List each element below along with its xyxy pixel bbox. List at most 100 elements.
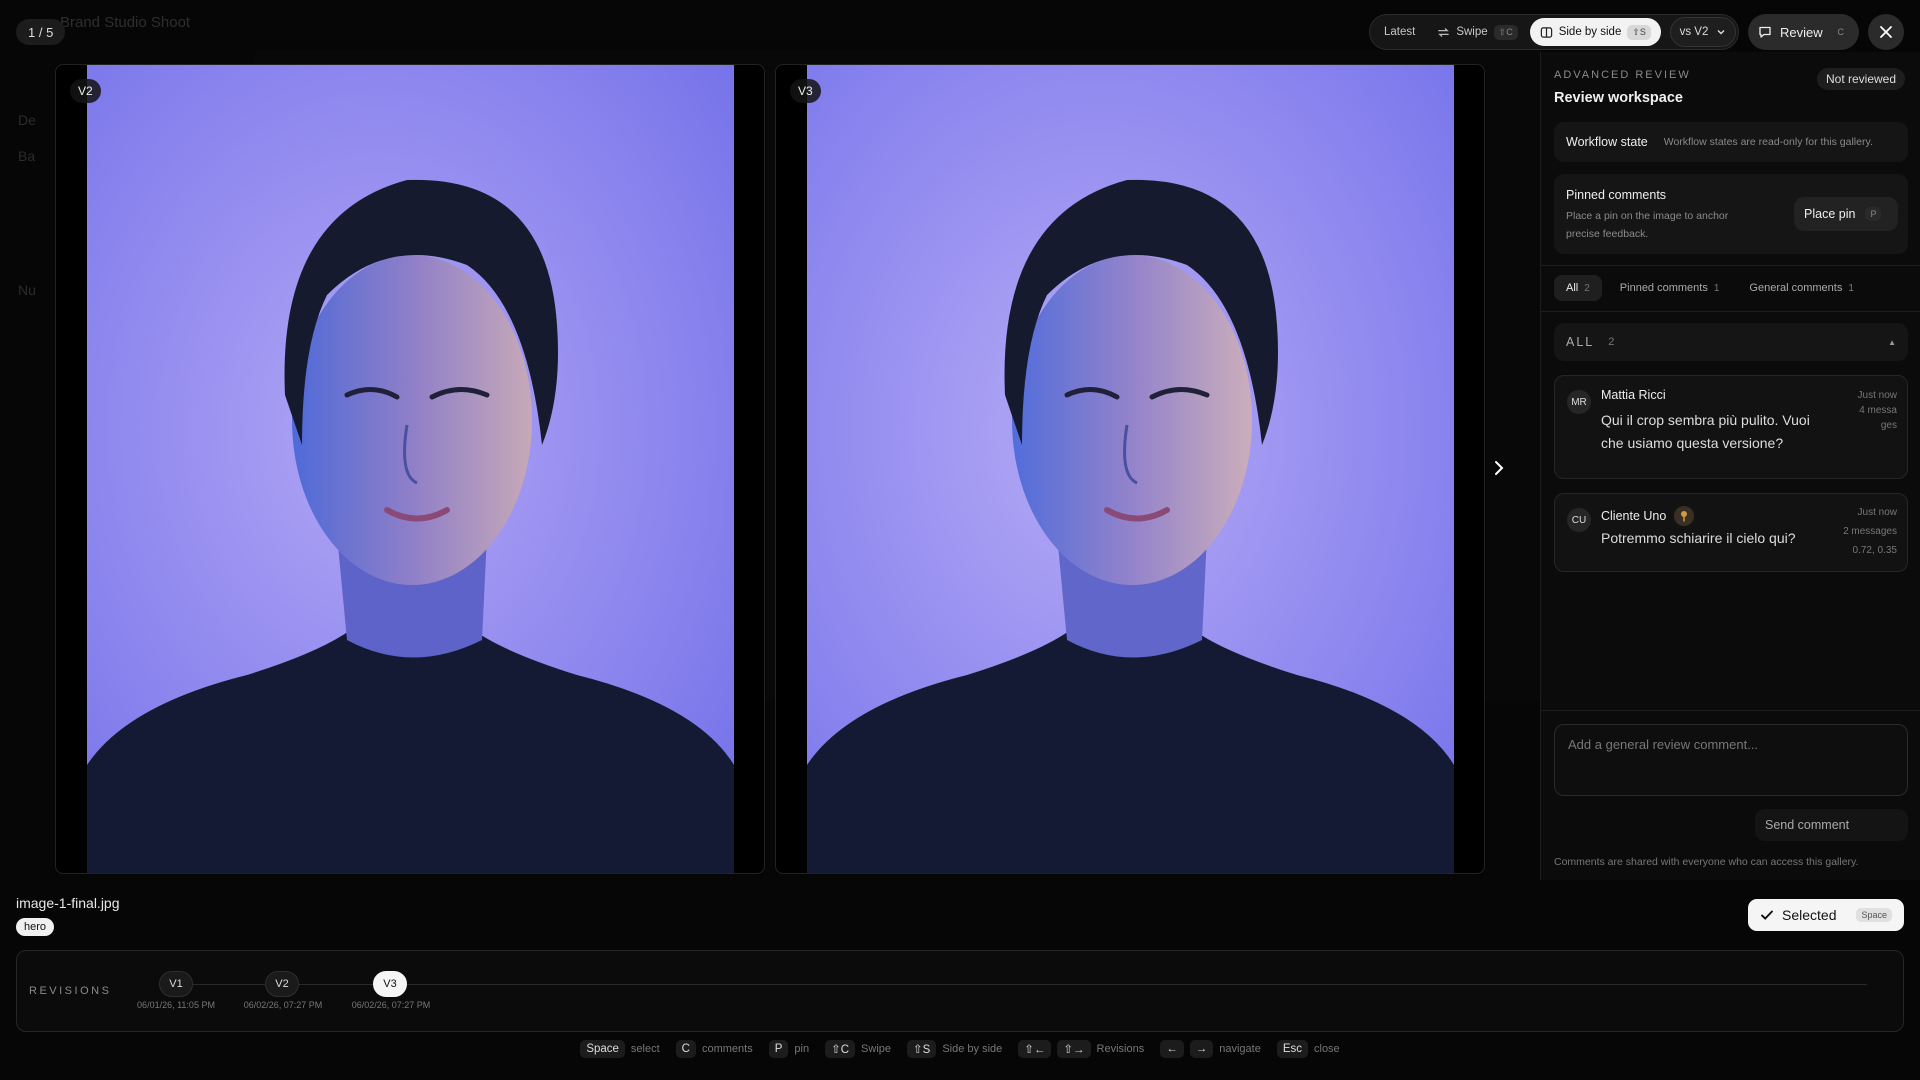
close-button[interactable]: [1868, 14, 1904, 50]
pinned-comments-description: Place a pin on the image to anchor preci…: [1566, 210, 1729, 240]
key: →: [1189, 1040, 1214, 1058]
tab-label: General comments: [1749, 282, 1843, 294]
swipe-button[interactable]: Swipe ⇧C: [1427, 18, 1527, 46]
keyboard-shortcuts-bar: Space select Ccomments Ppin ⇧C Swipe ⇧S Sid…: [0, 1040, 1920, 1058]
divider: [1541, 710, 1920, 711]
collapse-caret-icon: ▲: [1888, 337, 1896, 347]
lightbox-viewer: Brand Studio Shoot De Ba Nu 1 / 5 Latest…: [0, 0, 1920, 1080]
divider: [1541, 311, 1920, 312]
comment-input[interactable]: [1555, 725, 1907, 795]
shortcut-hint: Esc close: [1276, 1040, 1340, 1058]
comment-filter-tabs: All 2 Pinned comments 1 General comments…: [1554, 275, 1866, 301]
key: ⇧C: [825, 1040, 856, 1058]
send-comment-button[interactable]: Send comment: [1755, 809, 1908, 841]
workflow-state-label: Workflow state: [1566, 135, 1648, 149]
swipe-label: Swipe: [1456, 26, 1488, 38]
selected-shortcut: Space: [1856, 908, 1892, 922]
group-count: 2: [1608, 336, 1615, 348]
tab-count: 1: [1713, 282, 1720, 294]
compare-version-select[interactable]: vs V2: [1670, 17, 1736, 47]
shortcut-label: close: [1314, 1043, 1340, 1055]
place-pin-shortcut: P: [1865, 207, 1882, 221]
tab-all[interactable]: All 2: [1554, 275, 1602, 301]
background-item: Nu: [18, 282, 36, 298]
tab-count: 1: [1848, 282, 1854, 294]
shortcut-label: Revisions: [1096, 1043, 1145, 1055]
pin-icon: [1674, 506, 1695, 526]
pinned-comments-title: Pinned comments: [1566, 188, 1667, 202]
close-icon: [1880, 26, 1892, 38]
shortcut-hint: Ccomments: [675, 1040, 753, 1058]
shortcut-hint: Ppin: [768, 1040, 809, 1058]
review-button[interactable]: Review C: [1748, 14, 1859, 50]
key: Space: [580, 1040, 625, 1058]
comment-thread[interactable]: CU Cliente Uno Potremmo schiarire il cie…: [1554, 493, 1908, 572]
revision-node-v3[interactable]: V3: [373, 971, 407, 997]
sharing-footnote: Comments are shared with everyone who ca…: [1554, 856, 1859, 868]
latest-button[interactable]: Latest: [1374, 18, 1425, 46]
shortcut-hint: ⇧C Swipe: [825, 1040, 891, 1058]
portrait-illustration: [807, 65, 1454, 873]
portrait-illustration: [87, 65, 734, 873]
key: ←: [1160, 1040, 1184, 1058]
timeline-line: [167, 984, 1867, 985]
background-title: Brand Studio Shoot: [60, 14, 191, 31]
comment-group-header[interactable]: ALL 2 ▲: [1554, 323, 1908, 361]
tab-count: 2: [1584, 282, 1590, 294]
tab-general-comments[interactable]: General comments 1: [1737, 275, 1866, 301]
shortcut-hint: ⇧← ⇧→ Revisions: [1018, 1040, 1144, 1058]
side-by-side-shortcut: ⇧S: [1627, 24, 1651, 40]
version-label-right: V3: [790, 79, 821, 103]
next-image-button[interactable]: [1484, 451, 1514, 485]
revision-node-v1[interactable]: V1: [159, 971, 193, 997]
shortcut-hint: ← → navigate: [1160, 1040, 1261, 1058]
comment-meta: Just now 2 messages 0.72, 0.35: [1817, 503, 1897, 560]
key: ⇧→: [1057, 1040, 1091, 1058]
workflow-state-hint: Workflow states are read-only for this g…: [1663, 136, 1873, 148]
comment-author: Cliente Uno: [1601, 506, 1695, 526]
shortcut-label: navigate: [1219, 1043, 1261, 1055]
image-frame-right[interactable]: V3: [775, 64, 1485, 874]
chevron-right-icon: [1495, 461, 1504, 475]
columns-icon: [1540, 26, 1552, 38]
selected-toggle-button[interactable]: Selected Space: [1748, 899, 1904, 931]
background-item: De: [18, 112, 36, 128]
review-label: Review: [1780, 24, 1823, 40]
portrait-photo-v2[interactable]: [87, 65, 734, 873]
comment-time: Just now: [1857, 507, 1897, 518]
revision-date: 06/01/26, 11:05 PM: [137, 1000, 215, 1010]
chevron-down-icon: [1717, 30, 1725, 35]
place-pin-button[interactable]: Place pin P: [1794, 197, 1898, 231]
panel-title: Review workspace: [1554, 90, 1683, 106]
workflow-state-card: Workflow state Workflow states are read-…: [1554, 122, 1908, 162]
review-panel: ADVANCED REVIEW Review workspace Not rev…: [1540, 52, 1920, 880]
shortcut-label: Swipe: [861, 1043, 892, 1055]
comment-author-name: Mattia Ricci: [1601, 388, 1666, 402]
comment-icon: [1759, 26, 1771, 38]
comment-text: Qui il crop sembra più pulito. Vuoi che …: [1601, 412, 1810, 451]
side-by-side-button[interactable]: Side by side ⇧S: [1529, 18, 1661, 46]
shortcut-hint: ⇧S Side by side: [907, 1040, 1002, 1058]
check-icon: [1761, 910, 1773, 920]
revision-node-v2[interactable]: V2: [265, 971, 299, 997]
tab-label: Pinned comments: [1619, 282, 1708, 294]
tab-label: All: [1566, 282, 1579, 294]
key: ⇧←: [1018, 1040, 1052, 1058]
image-frame-left[interactable]: V2: [55, 64, 765, 874]
asset-tag[interactable]: hero: [16, 918, 55, 936]
comment-message-count: 2 messages: [1843, 526, 1897, 537]
comment-meta: Just now 4 messages: [1857, 390, 1897, 431]
version-label-left: V2: [70, 79, 101, 103]
shortcut-label: Side by side: [942, 1043, 1003, 1055]
comment-composer: [1554, 724, 1908, 796]
comment-thread[interactable]: MR Mattia Ricci Qui il crop sembra più p…: [1554, 375, 1908, 479]
tab-pinned-comments[interactable]: Pinned comments 1: [1608, 275, 1732, 301]
panel-eyebrow: ADVANCED REVIEW: [1554, 69, 1691, 81]
portrait-photo-v3[interactable]: [807, 65, 1454, 873]
key: C: [675, 1040, 696, 1058]
swipe-shortcut: ⇧C: [1493, 24, 1518, 40]
review-shortcut: C: [1832, 25, 1849, 39]
avatar: CU: [1567, 508, 1591, 532]
image-counter: 1 / 5: [16, 19, 66, 45]
swipe-icon: [1438, 27, 1450, 37]
